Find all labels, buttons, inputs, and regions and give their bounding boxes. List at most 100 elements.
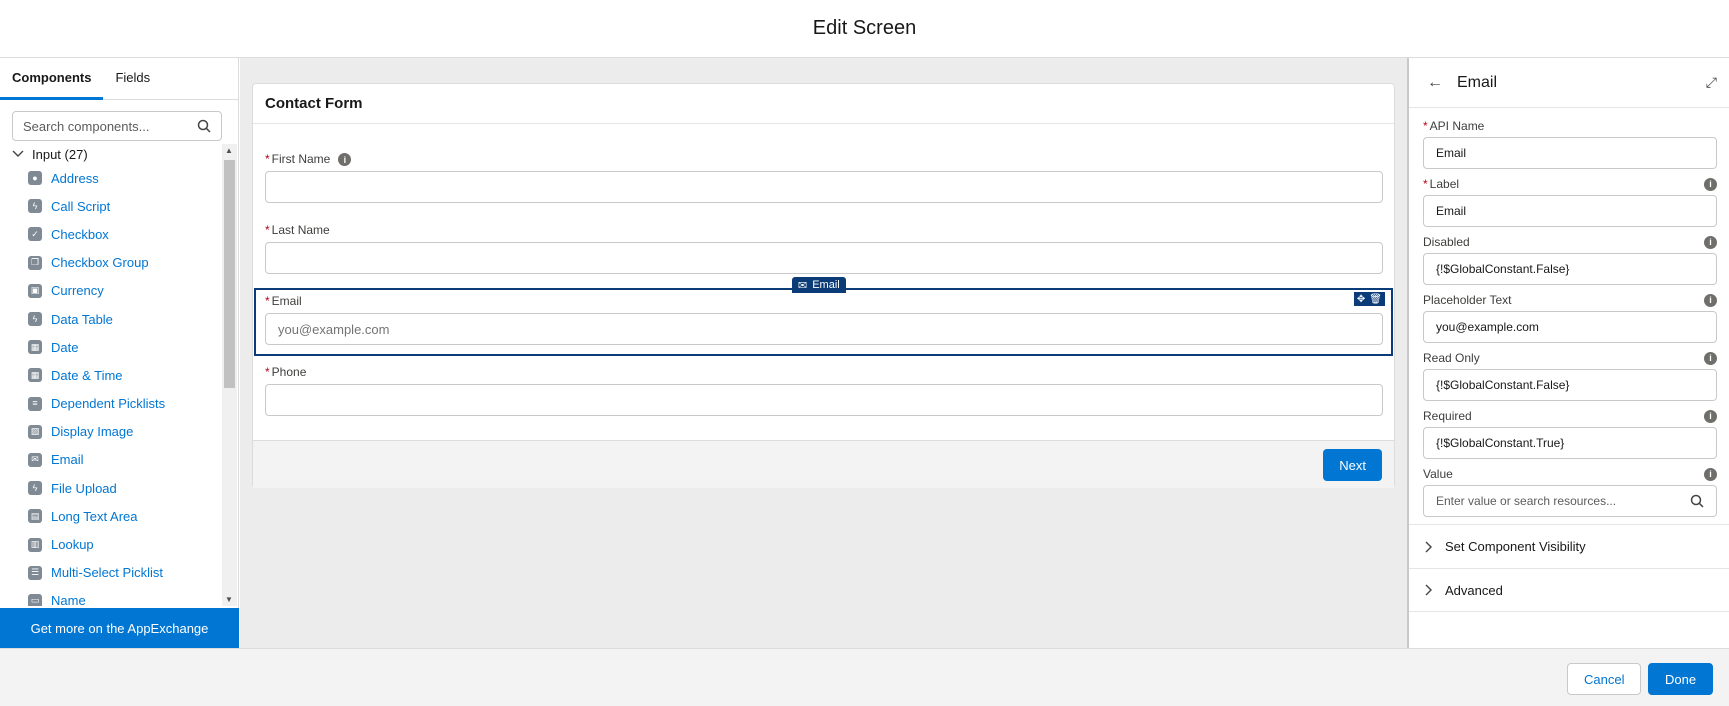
image-icon: ▨ [28,424,42,439]
component-item-email[interactable]: ✉ Email [0,446,222,474]
info-icon[interactable]: i [1704,235,1717,249]
panel-tabs: Components Fields [0,58,238,100]
envelope-icon: ✉ [798,279,808,292]
label-field[interactable]: Email [1423,195,1717,227]
lightning-icon: ϟ [28,312,42,327]
prop-label: * Label i Email [1423,176,1717,227]
component-search [12,111,222,141]
checkbox-icon: ✓ [28,227,42,242]
info-icon[interactable]: i [1704,293,1717,307]
required-marker: * [265,152,270,166]
scroll-down-icon[interactable]: ▼ [225,595,233,604]
modal-footer: Cancel Done [0,648,1729,706]
component-item-display-image[interactable]: ▨ Display Image [0,418,222,446]
chevron-right-icon [1425,584,1432,596]
tab-fields[interactable]: Fields [115,70,150,99]
multi-picklist-icon: ☰ [28,565,42,580]
done-button[interactable]: Done [1648,663,1714,695]
field-email[interactable]: * Email [265,294,1383,345]
prop-api-name: * API Name Email [1423,118,1717,169]
checkbox-group-icon: ❐ [28,255,42,270]
component-item-currency[interactable]: ▣ Currency [0,277,222,305]
properties-panel: ← Email ⤢ * API Name Email * Label i Email … [1407,58,1729,648]
selected-component-tag: ✉ Email [792,277,846,293]
properties-title: Email [1457,73,1498,91]
calendar-icon: ▦ [28,340,42,355]
required-marker: * [265,294,270,308]
info-icon[interactable]: i [1704,467,1717,481]
scrollbar-thumb[interactable] [224,160,235,388]
screen-card: Contact Form * First Name i * Last Name ✉ Em… [252,83,1395,488]
modal-header: Edit Screen [0,0,1729,58]
prop-read-only: Read Only i {!$GlobalConstant.False} [1423,350,1717,401]
component-item-multi-select-picklist[interactable]: ☰ Multi-Select Picklist [0,559,222,587]
component-search-input[interactable] [23,118,197,134]
lightning-icon: ϟ [28,481,42,496]
field-first-name[interactable]: * First Name i [265,152,1383,203]
chevron-right-icon [1425,541,1432,552]
value-input[interactable] [1436,494,1690,508]
component-item-data-table[interactable]: ϟ Data Table [0,305,222,333]
component-item-dependent-picklists[interactable]: ≡ Dependent Picklists [0,390,222,418]
prop-value: Value i [1423,466,1717,517]
prop-required: Required i {!$GlobalConstant.True} [1423,408,1717,459]
properties-header: ← Email ⤢ [1409,58,1729,108]
info-icon[interactable]: i [338,153,352,167]
tab-components[interactable]: Components [0,70,104,100]
required-field[interactable]: {!$GlobalConstant.True} [1423,427,1717,459]
screen-canvas: Contact Form * First Name i * Last Name ✉ Em… [240,58,1407,648]
lookup-icon: ▥ [28,537,42,552]
component-item-date-time[interactable]: ▦ Date & Time [0,361,222,389]
component-item-date[interactable]: ▦ Date [0,333,222,361]
component-item-address[interactable]: ● Address [0,164,222,192]
envelope-icon: ✉ [28,452,42,467]
info-icon[interactable]: i [1704,409,1717,423]
card-footer: Next [253,440,1394,488]
component-item-long-text-area[interactable]: ▤ Long Text Area [0,502,222,530]
component-item-lookup[interactable]: ▥ Lookup [0,530,222,558]
info-icon[interactable]: i [1704,351,1717,365]
lightning-icon: ϟ [28,199,42,214]
value-field [1423,485,1717,517]
field-phone[interactable]: * Phone [265,365,1383,416]
cancel-button[interactable]: Cancel [1567,663,1642,695]
field-last-name[interactable]: * Last Name [265,223,1383,274]
last-name-input[interactable] [265,242,1383,274]
modal-title: Edit Screen [812,17,917,39]
list-icon: ≡ [28,396,42,411]
required-marker: * [265,365,270,379]
component-item-checkbox[interactable]: ✓ Checkbox [0,220,222,248]
text-area-icon: ▤ [28,509,42,524]
component-item-checkbox-group[interactable]: ❐ Checkbox Group [0,249,222,277]
phone-input[interactable] [265,384,1383,416]
component-item-name[interactable]: ▭ Name [0,587,222,606]
component-list-scrollbar[interactable]: ▲ ▼ [222,144,237,606]
card-title: Contact Form [253,84,1394,124]
info-icon[interactable]: i [1704,177,1717,191]
section-advanced[interactable]: Advanced [1409,568,1729,612]
prop-placeholder-text: Placeholder Text i you@example.com [1423,292,1717,343]
placeholder-text-field[interactable]: you@example.com [1423,311,1717,343]
component-list: Input (27) ● Address ϟ Call Script ✓ Checkb… [0,144,222,606]
component-item-file-upload[interactable]: ϟ File Upload [0,474,222,502]
api-name-field[interactable]: Email [1423,137,1717,169]
search-icon[interactable] [197,119,211,133]
next-button[interactable]: Next [1323,449,1382,481]
appexchange-button[interactable]: Get more on the AppExchange [0,608,239,648]
expand-icon[interactable]: ⤢ [1706,74,1717,91]
required-marker: * [1423,119,1428,133]
calendar-clock-icon: ▦ [28,368,42,383]
back-arrow-icon[interactable]: ← [1427,74,1443,92]
email-input[interactable] [265,313,1383,345]
required-marker: * [265,223,270,237]
component-item-call-script[interactable]: ϟ Call Script [0,192,222,220]
first-name-input[interactable] [265,171,1383,203]
scroll-up-icon[interactable]: ▲ [225,146,233,155]
components-panel: Components Fields Input (27) ●Address ϟC… [0,58,239,648]
read-only-field[interactable]: {!$GlobalConstant.False} [1423,369,1717,401]
group-input[interactable]: Input (27) [0,144,222,164]
disabled-field[interactable]: {!$GlobalConstant.False} [1423,253,1717,285]
section-component-visibility[interactable]: Set Component Visibility [1409,524,1729,568]
search-icon[interactable] [1690,494,1704,508]
map-pin-icon: ● [28,171,42,186]
